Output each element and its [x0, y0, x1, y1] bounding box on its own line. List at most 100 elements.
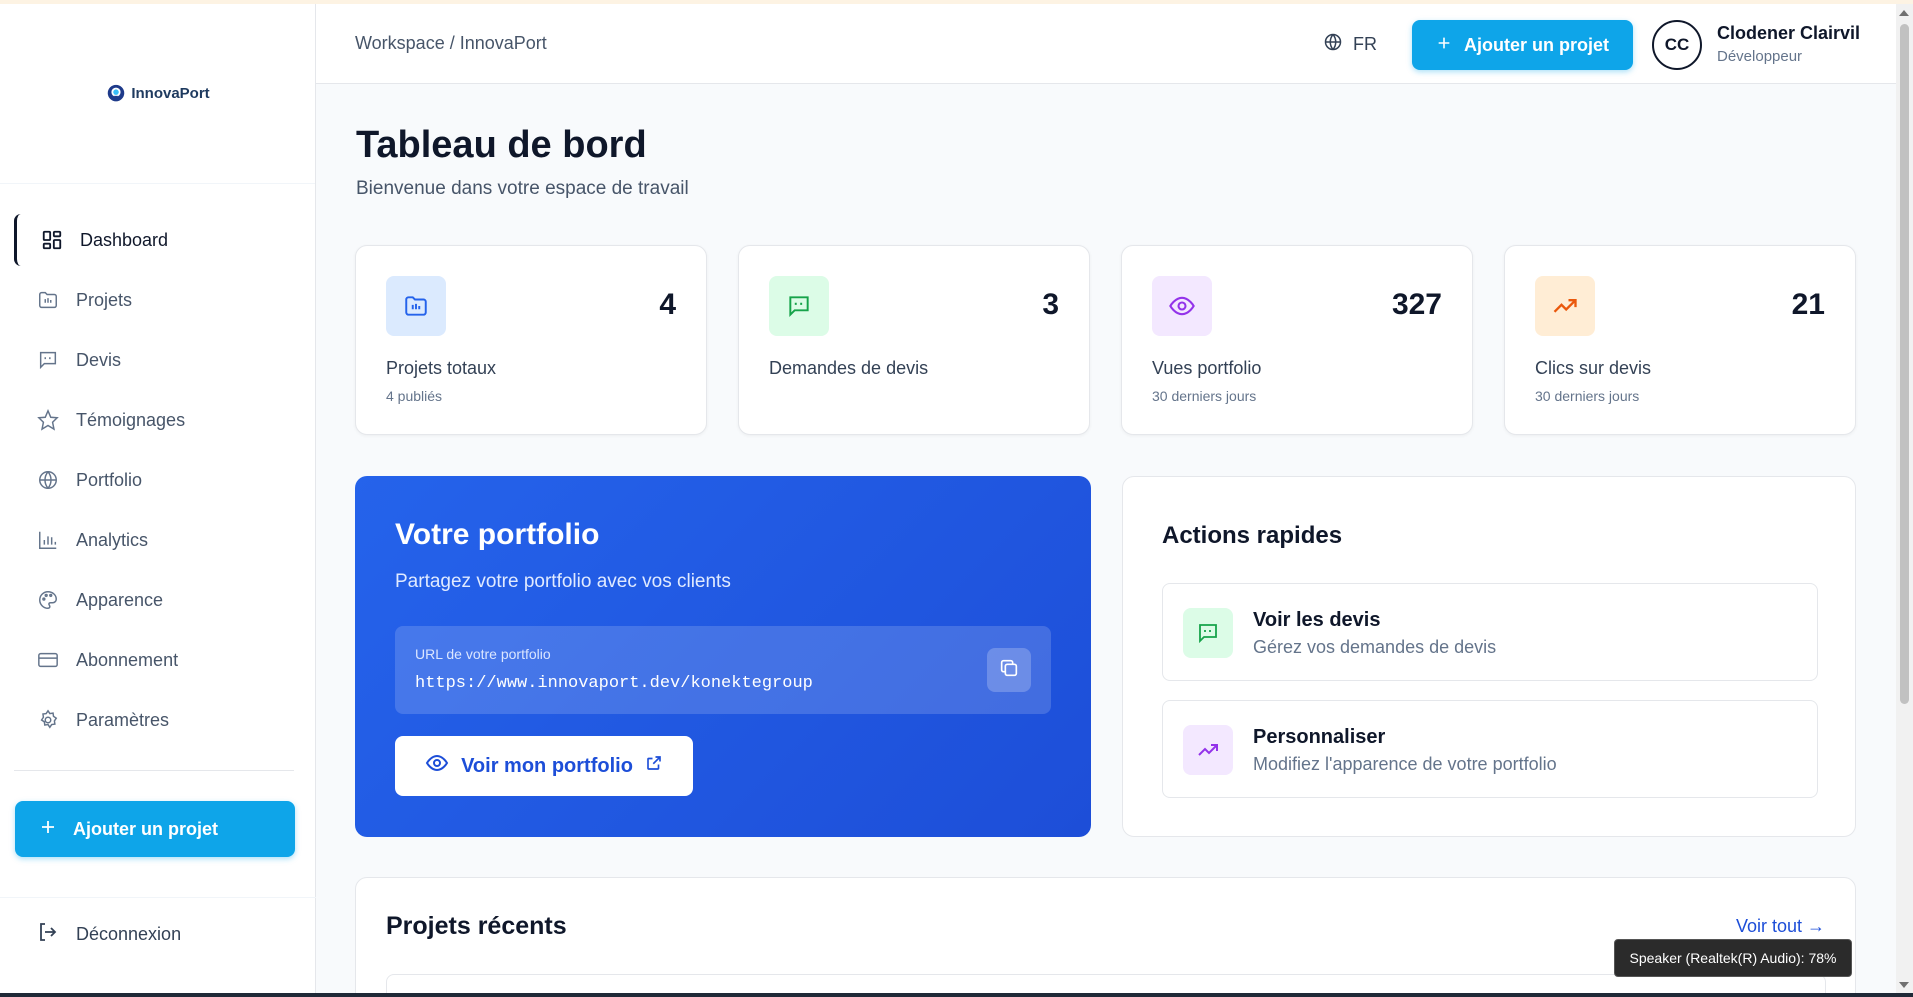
folder-icon — [386, 276, 446, 336]
stat-value: 3 — [1042, 288, 1059, 321]
header-add-project-button[interactable]: Ajouter un projet — [1412, 20, 1633, 70]
sidebar-item-label: Portfolio — [76, 469, 143, 490]
quick-action-customize[interactable]: Personnaliser Modifiez l'apparence de vo… — [1162, 700, 1818, 798]
stat-card-projects: 4 Projets totaux 4 publiés — [355, 245, 707, 435]
star-icon — [36, 408, 60, 432]
eye-icon — [1152, 276, 1212, 336]
copy-url-button[interactable] — [987, 648, 1031, 692]
sidebar-item-label: Témoignages — [76, 409, 186, 430]
sidebar-item-label: Abonnement — [76, 649, 179, 670]
external-link-icon — [645, 754, 663, 778]
app-name: InnovaPort — [131, 85, 210, 102]
user-name: Clodener Clairvil — [1717, 23, 1861, 43]
sidebar-item-apparence[interactable]: Apparence — [0, 570, 315, 630]
sidebar-item-label: Analytics — [76, 529, 149, 550]
portfolio-url[interactable]: https://www.innovaport.dev/konektegroup — [415, 674, 813, 693]
quick-action-title: Personnaliser — [1253, 726, 1386, 748]
bar-chart-icon — [36, 528, 60, 552]
quick-action-view-quotes[interactable]: Voir les devis Gérez vos demandes de dev… — [1162, 583, 1818, 681]
stat-sublabel: 30 derniers jours — [1152, 388, 1257, 404]
stat-sublabel: 4 publiés — [386, 388, 443, 404]
trending-up-icon — [1535, 276, 1595, 336]
stat-value: 4 — [659, 288, 676, 321]
avatar[interactable]: CC — [1652, 20, 1702, 70]
scroll-down-arrow-icon[interactable] — [1899, 982, 1909, 988]
page-title: Tableau de bord — [356, 124, 647, 166]
palette-icon — [36, 588, 60, 612]
message-quote-icon — [36, 348, 60, 372]
stat-label: Demandes de devis — [769, 358, 929, 378]
portfolio-url-box: URL de votre portfolio https://www.innov… — [395, 626, 1051, 714]
sidebar-divider-bottom — [0, 897, 316, 898]
globe-icon — [36, 468, 60, 492]
stat-label: Clics sur devis — [1535, 358, 1652, 378]
message-quote-icon — [769, 276, 829, 336]
credit-card-icon — [36, 648, 60, 672]
globe-icon — [1323, 32, 1343, 57]
sidebar-item-devis[interactable]: Devis — [0, 330, 315, 390]
system-volume-tooltip: Speaker (Realtek(R) Audio): 78% — [1614, 939, 1852, 977]
user-role: Développeur — [1717, 48, 1803, 65]
sidebar-item-label: Dashboard — [80, 229, 169, 250]
top-header: Workspace / InnovaPort FR Ajouter un pro… — [316, 4, 1896, 84]
copy-icon — [998, 657, 1020, 684]
sidebar-item-label: Projets — [76, 289, 133, 310]
sidebar-item-portfolio[interactable]: Portfolio — [0, 450, 315, 510]
page-scrollbar[interactable] — [1896, 4, 1913, 997]
add-project-label: Ajouter un projet — [1464, 34, 1609, 55]
gear-icon — [36, 708, 60, 732]
eye-icon — [425, 751, 449, 781]
plus-icon — [1436, 35, 1452, 56]
scroll-thumb[interactable] — [1900, 24, 1909, 704]
sidebar: InnovaPort Dashboard Projets Devis Témoi… — [0, 4, 316, 997]
quick-action-description: Modifiez l'apparence de votre portfolio — [1253, 754, 1557, 774]
sidebar-item-dashboard[interactable]: Dashboard — [0, 210, 315, 270]
sidebar-divider — [14, 770, 294, 771]
scroll-up-arrow-icon[interactable] — [1899, 10, 1909, 16]
language-label: FR — [1353, 34, 1377, 54]
sidebar-add-project-button[interactable]: Ajouter un projet — [15, 801, 295, 857]
language-switcher[interactable]: FR — [1323, 32, 1377, 57]
app-logo[interactable]: InnovaPort — [105, 83, 210, 105]
stat-sublabel: 30 derniers jours — [1535, 388, 1640, 404]
sidebar-item-label: Devis — [76, 349, 122, 370]
stat-value: 327 — [1391, 288, 1442, 321]
sidebar-item-temoignages[interactable]: Témoignages — [0, 390, 315, 450]
breadcrumb[interactable]: Workspace / InnovaPort — [355, 33, 547, 54]
sidebar-item-projets[interactable]: Projets — [0, 270, 315, 330]
sidebar-item-label: Paramètres — [76, 709, 170, 730]
recent-projects-title: Projets récents — [386, 912, 567, 940]
sidebar-item-parametres[interactable]: Paramètres — [0, 690, 315, 750]
view-portfolio-button[interactable]: Voir mon portfolio — [395, 736, 693, 796]
stat-label: Vues portfolio — [1152, 358, 1262, 378]
portfolio-subtitle: Partagez votre portfolio avec vos client… — [395, 571, 731, 592]
taskbar-edge — [0, 993, 1913, 997]
stat-label: Projets totaux — [386, 358, 497, 378]
view-portfolio-label: Voir mon portfolio — [461, 754, 633, 777]
quick-action-title: Voir les devis — [1253, 609, 1381, 631]
portfolio-url-label: URL de votre portfolio — [415, 646, 551, 662]
portfolio-card: Votre portfolio Partagez votre portfolio… — [355, 476, 1091, 837]
logo-area: InnovaPort — [0, 4, 315, 184]
plus-icon — [39, 818, 57, 841]
sidebar-item-analytics[interactable]: Analytics — [0, 510, 315, 570]
sidebar-item-abonnement[interactable]: Abonnement — [0, 630, 315, 690]
logout-button[interactable]: Déconnexion — [36, 920, 181, 949]
stat-card-views: 327 Vues portfolio 30 derniers jours — [1121, 245, 1473, 435]
quick-actions-card: Actions rapides Voir les devis Gérez vos… — [1122, 476, 1856, 837]
logout-label: Déconnexion — [76, 924, 182, 944]
view-all-link[interactable]: Voir tout → — [1736, 916, 1825, 937]
message-quote-icon — [1183, 608, 1233, 658]
folder-icon — [36, 288, 60, 312]
sidebar-item-label: Apparence — [76, 589, 164, 610]
logout-icon — [36, 920, 60, 949]
quick-actions-title: Actions rapides — [1162, 522, 1343, 549]
add-project-label: Ajouter un projet — [73, 818, 218, 839]
stat-card-clicks: 21 Clics sur devis 30 derniers jours — [1504, 245, 1856, 435]
lightbulb-logo-icon — [108, 84, 125, 101]
page-subtitle: Bienvenue dans votre espace de travail — [356, 178, 689, 199]
portfolio-title: Votre portfolio — [395, 518, 600, 551]
trending-up-icon — [1183, 725, 1233, 775]
stat-value: 21 — [1791, 288, 1825, 321]
recent-projects-card: Projets récents Voir tout → — [355, 877, 1856, 997]
